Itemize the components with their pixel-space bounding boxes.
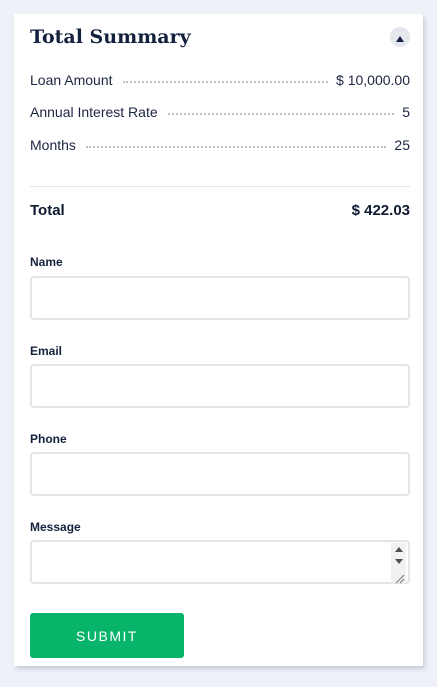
email-input[interactable] (30, 364, 410, 408)
summary-row-months: Months 25 (30, 135, 410, 155)
submit-button[interactable]: SUBMIT (30, 613, 184, 658)
summary-row-interest-rate: Annual Interest Rate 5 (30, 102, 410, 122)
months-label: Months (30, 137, 76, 153)
summary-title: Total Summary (30, 26, 191, 48)
phone-input[interactable] (30, 452, 410, 496)
total-row: Total $ 422.03 (30, 200, 410, 220)
scroll-up-arrow-icon[interactable] (391, 543, 406, 555)
summary-card: Total Summary Loan Amount $ 10,000.00 An… (14, 14, 423, 666)
name-label: Name (30, 255, 63, 269)
total-value: $ 422.03 (351, 201, 410, 219)
months-value: 25 (394, 137, 410, 153)
interest-rate-value: 5 (402, 104, 410, 120)
message-label: Message (30, 520, 81, 534)
message-scrollbar[interactable] (391, 543, 406, 584)
phone-label: Phone (30, 432, 67, 446)
dotted-leader (85, 146, 387, 148)
interest-rate-label: Annual Interest Rate (30, 104, 158, 120)
caret-up-icon (396, 30, 404, 45)
collapse-button[interactable] (390, 27, 410, 47)
message-textarea[interactable] (30, 540, 410, 584)
summary-row-loan-amount: Loan Amount $ 10,000.00 (30, 70, 410, 90)
loan-amount-label: Loan Amount (30, 72, 113, 88)
resize-grip-icon[interactable] (391, 571, 406, 584)
dotted-leader (167, 113, 395, 115)
loan-amount-value: $ 10,000.00 (336, 72, 410, 88)
scroll-down-arrow-icon[interactable] (391, 555, 406, 567)
email-label: Email (30, 344, 63, 358)
total-label: Total (30, 201, 65, 219)
summary-divider (30, 186, 410, 187)
dotted-leader (122, 81, 329, 83)
name-input[interactable] (30, 276, 410, 320)
